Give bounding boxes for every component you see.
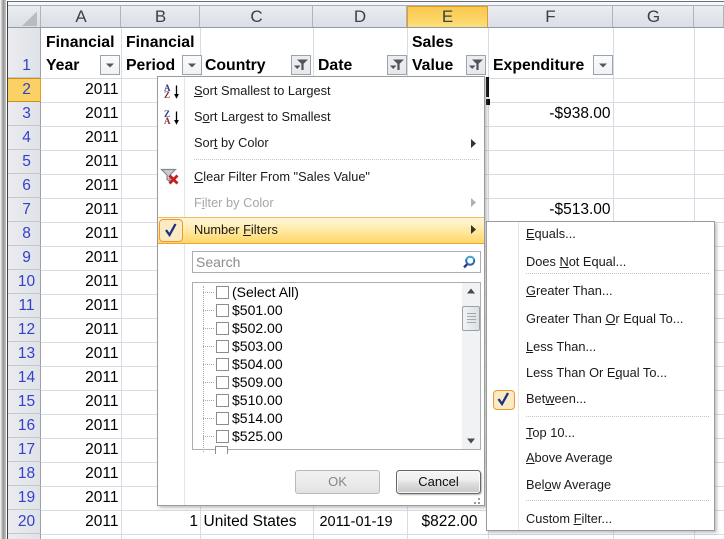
svg-text:A: A <box>164 115 171 125</box>
svg-text:Z: Z <box>164 90 170 100</box>
